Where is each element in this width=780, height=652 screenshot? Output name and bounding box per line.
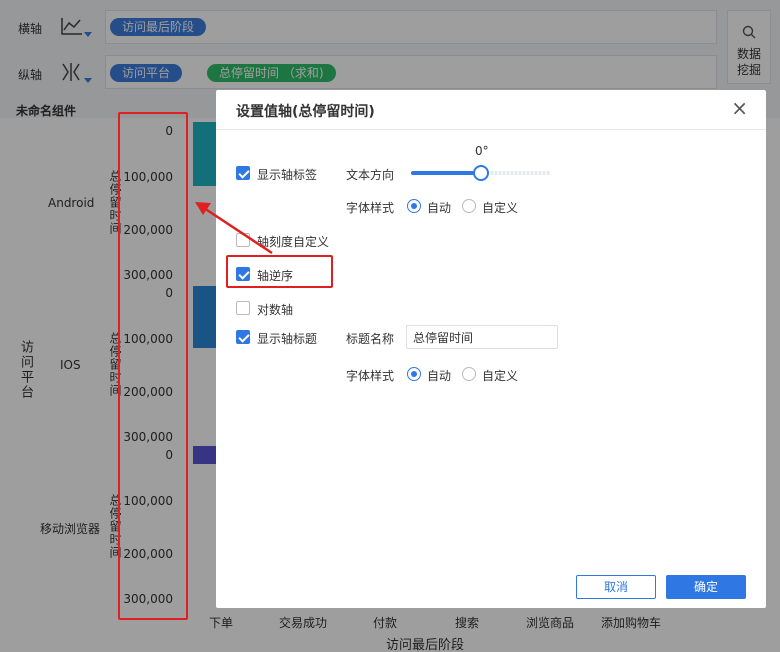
angle-value: 0° bbox=[475, 144, 489, 158]
font-style-label: 字体样式 bbox=[346, 201, 395, 215]
title-font-custom-radio[interactable] bbox=[462, 367, 476, 381]
show-axis-label-text: 显示轴标签 bbox=[257, 168, 318, 182]
cancel-button[interactable]: 取消 bbox=[576, 575, 656, 599]
dialog-title: 设置值轴(总停留时间) bbox=[236, 104, 375, 120]
log-axis-text: 对数轴 bbox=[257, 303, 294, 317]
log-axis-checkbox[interactable] bbox=[236, 301, 250, 315]
show-axis-title-checkbox[interactable] bbox=[236, 330, 250, 344]
font-auto-radio[interactable] bbox=[407, 199, 421, 213]
dialog-header: 设置值轴(总停留时间) × bbox=[216, 90, 766, 130]
font-auto-text: 自动 bbox=[427, 201, 452, 215]
title-font-auto-radio[interactable] bbox=[407, 367, 421, 381]
title-name-input[interactable] bbox=[406, 325, 558, 349]
show-axis-label-checkbox[interactable] bbox=[236, 166, 250, 180]
custom-scale-checkbox[interactable] bbox=[236, 233, 250, 247]
text-direction-label: 文本方向 bbox=[346, 168, 395, 182]
font-style-label-2: 字体样式 bbox=[346, 369, 395, 383]
text-direction-slider-fill bbox=[411, 171, 481, 175]
custom-scale-text: 轴刻度自定义 bbox=[257, 235, 330, 249]
ok-button[interactable]: 确定 bbox=[666, 575, 746, 599]
axis-settings-dialog: 设置值轴(总停留时间) × 显示轴标签 文本方向 0° 字体样式 自动 自定义 … bbox=[216, 90, 766, 608]
text-direction-slider-handle[interactable] bbox=[473, 165, 489, 181]
title-name-label: 标题名称 bbox=[346, 332, 395, 346]
close-icon[interactable]: × bbox=[731, 98, 748, 118]
font-custom-text: 自定义 bbox=[482, 201, 519, 215]
show-axis-title-text: 显示轴标题 bbox=[257, 332, 318, 346]
annotation-box-reverse bbox=[226, 255, 333, 288]
font-custom-radio[interactable] bbox=[462, 199, 476, 213]
title-font-custom-text: 自定义 bbox=[482, 369, 519, 383]
title-font-auto-text: 自动 bbox=[427, 369, 452, 383]
annotation-box-axis bbox=[118, 112, 188, 620]
